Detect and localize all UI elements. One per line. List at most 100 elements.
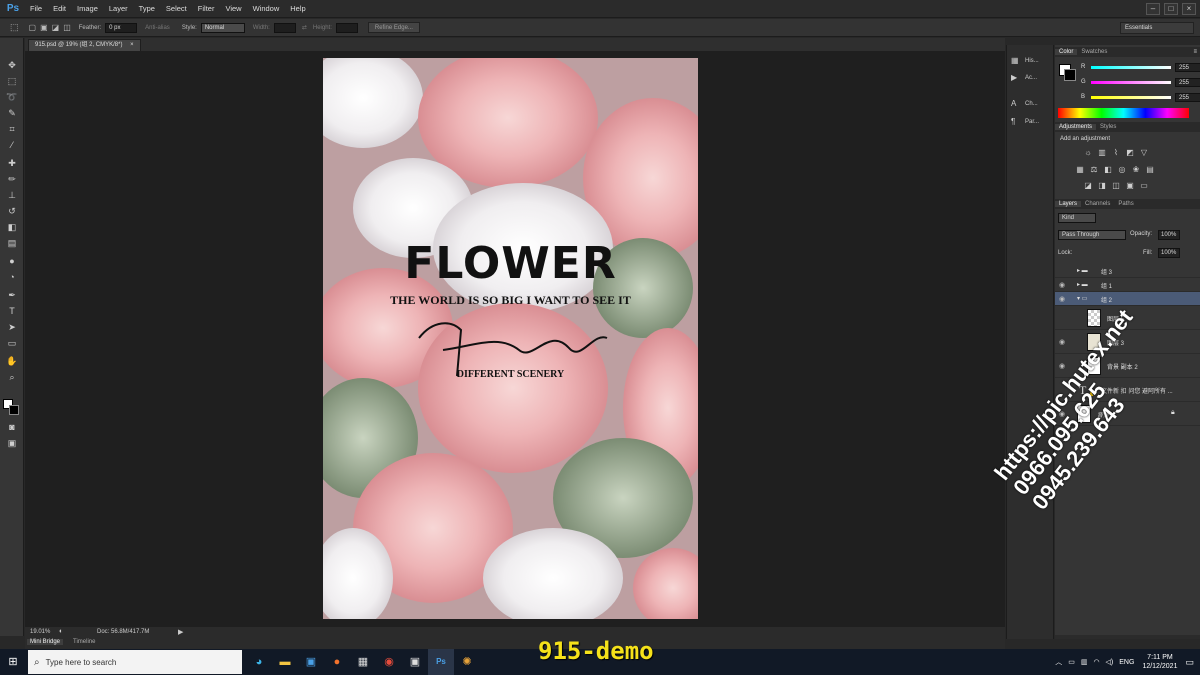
tab-styles[interactable]: Styles — [1096, 124, 1120, 130]
status-arrow-icon[interactable]: ▶ — [178, 628, 183, 636]
invert-icon[interactable]: ◪ — [1083, 181, 1093, 191]
menu-layer[interactable]: Layer — [109, 4, 128, 13]
move-tool-icon[interactable]: ✥ — [5, 58, 19, 72]
curves-icon[interactable]: ⌇ — [1111, 148, 1121, 158]
app-icon[interactable]: ✺ — [454, 649, 480, 675]
notifications-icon[interactable]: ▭ — [1185, 657, 1194, 668]
intersect-selection-icon[interactable]: ◫ — [63, 23, 71, 32]
feather-input[interactable]: 0 px — [105, 22, 138, 33]
pen-tool-icon[interactable]: ✒ — [5, 288, 19, 302]
hue-saturation-icon[interactable]: ▦ — [1075, 165, 1085, 175]
eyedropper-tool-icon[interactable]: ⁄ — [5, 138, 19, 152]
language-indicator[interactable]: ENG — [1119, 659, 1134, 666]
store-icon[interactable]: ▣ — [298, 649, 324, 675]
tray-wifi-icon[interactable]: ◠ — [1093, 658, 1099, 666]
quick-select-tool-icon[interactable]: ✎ — [5, 106, 19, 120]
menu-window[interactable]: Window — [253, 4, 280, 13]
selective-color-icon[interactable]: ▣ — [1125, 181, 1135, 191]
close-icon[interactable]: × — [1182, 2, 1196, 15]
antialias-checkbox[interactable]: Anti-alias — [145, 25, 170, 31]
menu-edit[interactable]: Edit — [53, 4, 66, 13]
minimize-icon[interactable]: – — [1146, 2, 1160, 15]
tray-app-icon[interactable]: ▭ — [1068, 658, 1075, 666]
status-icon[interactable]: ◐ — [59, 628, 63, 635]
panel-menu-icon[interactable]: ≡ — [1193, 49, 1197, 55]
photo-filter-icon[interactable]: ◎ — [1117, 165, 1127, 175]
tray-network-icon[interactable]: ▥ — [1081, 658, 1088, 666]
clock-time[interactable]: 7:11 PM — [1142, 653, 1177, 662]
document-canvas[interactable]: FLOWER THE WORLD IS SO BIG I WANT TO SEE… — [323, 58, 698, 619]
firefox-icon[interactable]: ● — [324, 649, 350, 675]
tab-timeline[interactable]: Timeline — [73, 639, 95, 645]
r-value[interactable]: 255 — [1175, 63, 1200, 72]
tray-volume-icon[interactable]: ◁) — [1106, 658, 1114, 666]
menu-file[interactable]: File — [30, 4, 42, 13]
close-tab-icon[interactable]: × — [130, 42, 134, 48]
exposure-icon[interactable]: ◩ — [1125, 148, 1135, 158]
color-lookup-icon[interactable]: ▤ — [1145, 165, 1155, 175]
layer-kind-filter[interactable]: Kind — [1058, 213, 1096, 223]
zoom-tool-icon[interactable]: ⌕ — [5, 370, 19, 384]
color-background-swatch[interactable] — [1064, 69, 1076, 81]
menu-view[interactable]: View — [225, 4, 241, 13]
new-selection-icon[interactable]: ▢ — [29, 23, 37, 32]
height-input[interactable] — [335, 22, 358, 33]
menu-select[interactable]: Select — [166, 4, 187, 13]
document-tab[interactable]: 915.psd @ 19% (组 2, CMYK/8*) × — [28, 39, 141, 51]
photoshop-taskbar-icon[interactable]: Ps — [428, 649, 454, 675]
workspace-select[interactable]: Essentials — [1120, 22, 1194, 34]
subtract-selection-icon[interactable]: ◪ — [52, 23, 60, 32]
eraser-tool-icon[interactable]: ◧ — [5, 220, 19, 234]
channel-mixer-icon[interactable]: ❀ — [1131, 165, 1141, 175]
maximize-icon[interactable]: □ — [1164, 2, 1178, 15]
menu-type[interactable]: Type — [139, 4, 155, 13]
fill-input[interactable]: 100% — [1158, 248, 1180, 258]
actions-panel-button[interactable]: ▶ Ac... — [1011, 73, 1037, 83]
file-explorer-icon[interactable]: ▬ — [272, 649, 298, 675]
b-value[interactable]: 255 — [1175, 93, 1200, 102]
character-panel-button[interactable]: A Ch... — [1011, 99, 1038, 109]
clock-date[interactable]: 12/12/2021 — [1142, 662, 1177, 671]
menu-help[interactable]: Help — [290, 4, 305, 13]
visibility-eye-icon[interactable]: ◉ — [1059, 281, 1065, 289]
threshold-icon[interactable]: ◫ — [1111, 181, 1121, 191]
dodge-tool-icon[interactable]: ◔ — [5, 270, 19, 284]
width-input[interactable] — [273, 22, 296, 33]
layer-row[interactable]: ▸ ▬ 组 3 — [1055, 264, 1200, 278]
taskbar-search[interactable]: ⌕ Type here to search — [28, 650, 242, 674]
calculator-icon[interactable]: ▦ — [350, 649, 376, 675]
tab-mini-bridge[interactable]: Mini Bridge — [27, 639, 64, 645]
tab-swatches[interactable]: Swatches — [1077, 49, 1111, 55]
lasso-tool-icon[interactable]: ➰ — [5, 90, 19, 104]
marquee-tool-icon[interactable]: ⬚ — [5, 74, 19, 88]
quick-mask-icon[interactable]: ◙ — [5, 420, 19, 434]
shape-tool-icon[interactable]: ▭ — [5, 336, 19, 350]
windows-start-icon[interactable]: ⊞ — [0, 649, 26, 675]
brightness-icon[interactable]: ☼ — [1083, 148, 1093, 158]
history-brush-tool-icon[interactable]: ↺ — [5, 204, 19, 218]
posterize-icon[interactable]: ◨ — [1097, 181, 1107, 191]
visibility-eye-icon[interactable]: ◉ — [1059, 362, 1065, 370]
levels-icon[interactable]: ▥ — [1097, 148, 1107, 158]
refine-edge-button[interactable]: Refine Edge... — [367, 22, 420, 33]
healing-tool-icon[interactable]: ✚ — [5, 156, 19, 170]
tray-chevron-icon[interactable]: ︿ — [1055, 657, 1062, 667]
blend-mode-select[interactable]: Pass Through — [1058, 230, 1126, 240]
visibility-eye-icon[interactable]: ◉ — [1059, 338, 1065, 346]
background-color-icon[interactable] — [9, 405, 19, 415]
brush-tool-icon[interactable]: ✏ — [5, 172, 19, 186]
black-white-icon[interactable]: ◧ — [1103, 165, 1113, 175]
screen-mode-icon[interactable]: ▣ — [5, 436, 19, 450]
color-balance-icon[interactable]: ⚖ — [1089, 165, 1099, 175]
type-tool-icon[interactable]: T — [5, 304, 19, 318]
hand-tool-icon[interactable]: ✋ — [5, 354, 19, 368]
b-slider[interactable] — [1091, 96, 1171, 99]
zoom-level[interactable]: 19.01% — [30, 629, 50, 635]
crop-tool-icon[interactable]: ⌗ — [5, 122, 19, 136]
stamp-tool-icon[interactable]: ⊥ — [5, 188, 19, 202]
opacity-input[interactable]: 100% — [1158, 230, 1180, 240]
marquee-icon[interactable]: ⬚ — [10, 22, 19, 33]
photos-icon[interactable]: ▣ — [402, 649, 428, 675]
color-ramp[interactable] — [1058, 108, 1189, 118]
history-panel-button[interactable]: ▦ His... — [1011, 56, 1039, 66]
